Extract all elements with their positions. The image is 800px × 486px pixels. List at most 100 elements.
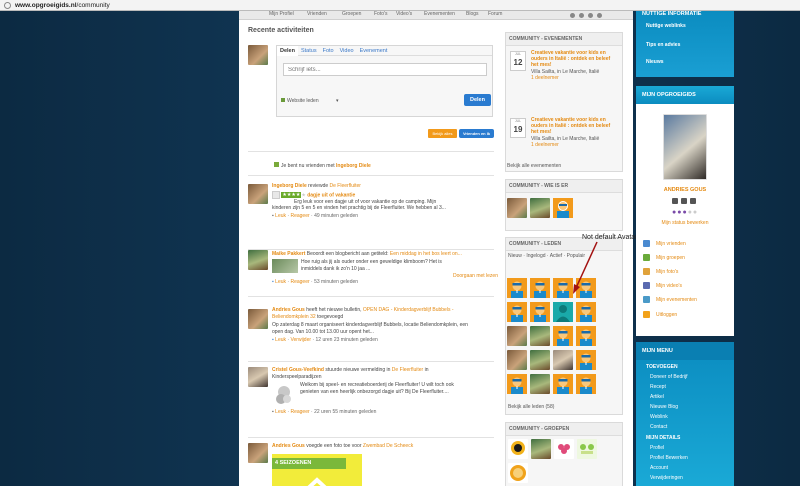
feed-target-link[interactable]: Zwembad De Scheeck bbox=[363, 443, 413, 449]
tab-photo[interactable]: Foto bbox=[320, 46, 337, 56]
default-avatar-icon[interactable] bbox=[553, 326, 573, 346]
default-avatar-icon[interactable] bbox=[576, 374, 596, 394]
feed-target-link[interactable]: OPEN DAG - Kinderdagverblijf Bubbels - bbox=[363, 307, 454, 313]
default-avatar-icon[interactable] bbox=[507, 302, 527, 322]
feed-target-link[interactable]: De Fleerfluiter bbox=[330, 183, 361, 189]
default-avatar-icon[interactable] bbox=[530, 278, 550, 298]
all-events-link[interactable]: Bekijk alle evenementen bbox=[507, 163, 561, 169]
menu-item[interactable]: Tips en advies bbox=[646, 42, 680, 48]
menu-item[interactable]: Profiel Bewerken bbox=[650, 455, 688, 461]
reply-link[interactable]: Reageer bbox=[290, 279, 309, 285]
status-edit-link[interactable]: Mijn status bewerken bbox=[636, 220, 734, 226]
member-avatar[interactable] bbox=[507, 326, 527, 346]
mail-icon[interactable] bbox=[597, 13, 602, 18]
feed-user-link[interactable]: Andries Gous bbox=[272, 307, 305, 313]
default-avatar-icon[interactable] bbox=[576, 326, 596, 346]
default-avatar-icon[interactable] bbox=[507, 278, 527, 298]
share-button[interactable]: Delen bbox=[464, 94, 491, 106]
tab-video[interactable]: Video bbox=[337, 46, 357, 56]
menu-item[interactable]: Doneer of Bedrijf bbox=[650, 374, 688, 380]
feed-user-link[interactable]: Maike Pakkert bbox=[272, 251, 305, 257]
group-flower-icon[interactable] bbox=[554, 439, 574, 459]
link-my-groups[interactable]: Mijn groepen bbox=[656, 255, 685, 261]
feed-user-link[interactable]: Ingeborg Diele bbox=[272, 183, 307, 189]
nav-item[interactable]: Forum bbox=[488, 11, 502, 17]
feed-target-link[interactable]: Een middag in het bos leert on... bbox=[390, 251, 462, 257]
silhouette-avatar-icon[interactable] bbox=[553, 302, 573, 322]
event-participants[interactable]: 1 deelnemer bbox=[531, 142, 621, 148]
filter-all-button[interactable]: Bekijk alles bbox=[428, 129, 457, 138]
reply-link[interactable]: Reageer bbox=[290, 213, 309, 219]
user-icon[interactable] bbox=[579, 13, 584, 18]
tab-share[interactable]: Delen bbox=[277, 46, 298, 56]
link-my-videos[interactable]: Mijn video's bbox=[656, 283, 682, 289]
nav-item[interactable]: Vrienden bbox=[307, 11, 327, 17]
link-my-photos[interactable]: Mijn foto's bbox=[656, 269, 678, 275]
menu-item[interactable]: Nieuwe Blog bbox=[650, 404, 678, 410]
reply-link[interactable]: Reageer bbox=[290, 409, 309, 415]
default-avatar-icon[interactable] bbox=[576, 302, 596, 322]
status-input[interactable] bbox=[283, 63, 487, 76]
nav-item[interactable]: Groepen bbox=[342, 11, 361, 17]
like-link[interactable]: Leuk bbox=[275, 409, 286, 415]
settings-icon[interactable] bbox=[570, 13, 575, 18]
nav-item[interactable]: Evenementen bbox=[424, 11, 455, 17]
default-avatar-icon[interactable] bbox=[553, 374, 573, 394]
menu-item[interactable]: Account bbox=[650, 465, 668, 471]
menu-item[interactable]: Profiel bbox=[650, 445, 664, 451]
tab-event[interactable]: Evenement bbox=[357, 46, 391, 56]
member-avatar[interactable] bbox=[507, 198, 527, 218]
feed-user-link[interactable]: Ingeborg Diele bbox=[336, 163, 371, 169]
group-kids-icon[interactable] bbox=[577, 439, 597, 459]
default-avatar-icon[interactable] bbox=[507, 374, 527, 394]
feed-user-link[interactable]: Cristel Gous-Veefkind bbox=[272, 367, 324, 373]
default-avatar-icon[interactable] bbox=[530, 302, 550, 322]
browser-url-bar[interactable]: www.opgroeigids.nl/community bbox=[0, 0, 800, 11]
nav-item[interactable]: Foto's bbox=[374, 11, 387, 17]
event-participants[interactable]: 1 deelnemer bbox=[531, 75, 621, 81]
tab-status[interactable]: Status bbox=[298, 46, 320, 56]
nav-item[interactable]: Video's bbox=[396, 11, 412, 17]
menu-item[interactable]: Nuttige weblinks bbox=[646, 23, 686, 29]
messages-badge-icon[interactable] bbox=[690, 198, 696, 204]
review-title[interactable]: dagje uit of vakantie bbox=[307, 192, 355, 198]
member-avatar[interactable] bbox=[530, 326, 550, 346]
groups-badge-icon[interactable] bbox=[681, 198, 687, 204]
menu-item[interactable]: Nieuws bbox=[646, 59, 664, 65]
menu-item[interactable]: Weblink bbox=[650, 414, 668, 420]
default-avatar-icon[interactable] bbox=[576, 350, 596, 370]
default-avatar-icon[interactable] bbox=[553, 198, 573, 218]
menu-item[interactable]: Contact bbox=[650, 424, 667, 430]
member-avatar[interactable] bbox=[530, 350, 550, 370]
member-avatar[interactable] bbox=[553, 350, 573, 370]
menu-item[interactable]: Recept bbox=[650, 384, 666, 390]
photo-banner[interactable]: 4 SEIZOENEN bbox=[272, 454, 362, 486]
friends-icon[interactable] bbox=[588, 13, 593, 18]
group-lion-icon[interactable] bbox=[508, 463, 528, 483]
like-link[interactable]: Leuk bbox=[275, 337, 286, 343]
feed-target-link[interactable]: De Fleerfluiter bbox=[392, 367, 423, 373]
filter-friends-button[interactable]: Vrienden en Ik bbox=[459, 129, 494, 138]
like-link[interactable]: Leuk bbox=[275, 213, 286, 219]
member-avatar[interactable] bbox=[530, 374, 550, 394]
feed-user-link[interactable]: Andries Gous bbox=[272, 443, 305, 449]
delete-link[interactable]: Verwijder bbox=[290, 337, 311, 343]
profile-photo[interactable] bbox=[663, 114, 707, 180]
nav-item[interactable]: Blogs bbox=[466, 11, 479, 17]
member-avatar[interactable] bbox=[507, 350, 527, 370]
group-image[interactable] bbox=[531, 439, 551, 459]
group-logo-icon[interactable] bbox=[508, 439, 528, 459]
profile-name[interactable]: ANDRIES GOUS bbox=[636, 187, 734, 193]
link-my-friends[interactable]: Mijn vrienden bbox=[656, 241, 686, 247]
read-more-link[interactable]: Doorgaan met lezen bbox=[272, 273, 498, 280]
feed-target-link[interactable]: Beliendomkplein 32 bbox=[272, 314, 316, 320]
link-logout[interactable]: Uitloggen bbox=[656, 312, 677, 318]
menu-item[interactable]: Artikel bbox=[650, 394, 664, 400]
all-members-link[interactable]: Bekijk alle leden (58) bbox=[508, 404, 554, 410]
member-avatar[interactable] bbox=[530, 198, 550, 218]
like-link[interactable]: Leuk bbox=[275, 279, 286, 285]
nav-item[interactable]: Mijn Profiel bbox=[269, 11, 294, 17]
menu-item[interactable]: Verwijderingen bbox=[650, 475, 683, 481]
link-my-events[interactable]: Mijn evenementen bbox=[656, 297, 697, 303]
privacy-select[interactable]: Website leden ▾ bbox=[281, 98, 339, 104]
